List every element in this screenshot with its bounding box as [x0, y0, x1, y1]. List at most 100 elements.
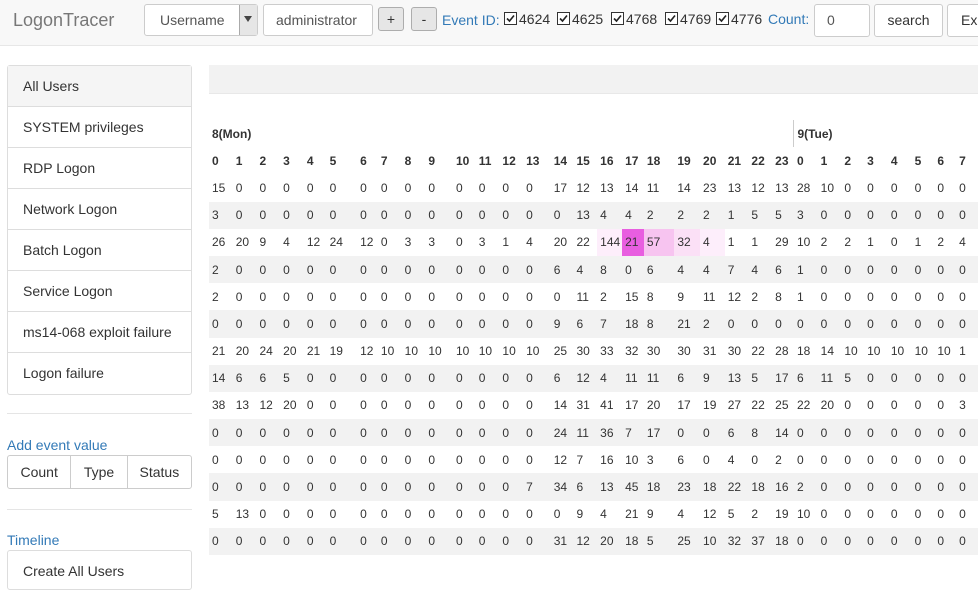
count-cell: 0	[452, 527, 476, 555]
count-cell: 0	[867, 180, 874, 195]
checkbox-checked-icon[interactable]	[557, 12, 570, 25]
count-cell: 0	[887, 473, 912, 501]
sidebar-item-batch-logon[interactable]: Batch Logon	[8, 230, 191, 271]
count-cell: 10	[820, 180, 835, 195]
count-cell: 0	[326, 255, 358, 284]
type-button[interactable]: Type	[71, 456, 128, 488]
count-cell: 0	[425, 201, 453, 229]
count-cell: 0	[329, 452, 337, 467]
count-cell: 11	[703, 289, 716, 304]
search-type-value: Username	[160, 12, 225, 28]
count-cell: 0	[478, 398, 486, 413]
search-type-select[interactable]: Username	[144, 4, 258, 36]
count-cell: 0	[425, 310, 453, 338]
count-cell: 0	[360, 507, 367, 522]
count-cell: 18	[748, 473, 773, 501]
create-all-users-item[interactable]: Create All Users	[8, 551, 191, 589]
count-cell: 0	[864, 201, 888, 229]
count-cell: 0	[235, 289, 243, 304]
count-cell: 0	[499, 419, 524, 447]
count-cell: 5	[748, 201, 773, 229]
count-cell: 0	[455, 507, 463, 522]
count-cell: 10	[502, 344, 516, 359]
count-cell: 0	[844, 398, 852, 413]
count-cell: 0	[937, 180, 944, 195]
sidebar-item-system-privileges[interactable]: SYSTEM privileges	[8, 107, 191, 148]
hour-header: 6	[360, 153, 367, 168]
count-cell: 15	[212, 180, 226, 195]
checkbox-checked-icon[interactable]	[504, 12, 517, 25]
remove-search-field-button[interactable]: -	[411, 7, 437, 31]
count-cell: 2	[209, 255, 233, 284]
count-cell: 0	[937, 507, 944, 522]
count-cell: 20	[597, 527, 623, 555]
count-cell: 4	[597, 201, 623, 229]
hour-header: 7	[380, 153, 388, 168]
count-cell: 1	[751, 235, 759, 250]
count-cell: 0	[914, 507, 922, 522]
sidebar-item-all-users[interactable]: All Users	[8, 66, 191, 107]
checkbox-checked-icon[interactable]	[716, 12, 729, 25]
count-cell: 1	[724, 201, 749, 229]
count-cell: 0	[526, 452, 533, 467]
app-brand[interactable]: LogonTracer	[13, 10, 114, 31]
sidebar-item-logon-failure[interactable]: Logon failure	[8, 353, 191, 394]
count-cell: 0	[864, 310, 888, 338]
count-cell: 0	[864, 255, 888, 284]
count-cell: 0	[820, 452, 828, 467]
checkbox-checked-icon[interactable]	[611, 12, 624, 25]
count-cell: 12	[703, 507, 717, 522]
count-cell: 21	[674, 310, 701, 338]
count-cell: 5	[212, 507, 219, 522]
add-search-field-button[interactable]: +	[378, 7, 404, 31]
sidebar-item-ms14-068[interactable]: ms14-068 exploit failure	[8, 312, 191, 353]
count-cell: 29	[775, 235, 789, 250]
count-cell: 0	[404, 452, 412, 467]
count-cell: 0	[329, 180, 337, 195]
count-cell: 0	[523, 255, 551, 284]
count-cell: 0	[502, 289, 510, 304]
count-cell: 0	[280, 527, 304, 555]
checkbox-checked-icon[interactable]	[665, 12, 678, 25]
count-cell: 0	[499, 527, 524, 555]
count-cell: 0	[911, 419, 935, 447]
count-cell: 22	[751, 398, 765, 413]
timeline-list: Create All Users	[7, 550, 192, 590]
count-cell: 0	[502, 180, 510, 195]
count-cell: 0	[425, 419, 453, 447]
count-cell: 0	[303, 201, 327, 229]
count-cell: 0	[934, 527, 957, 555]
count-cell: 5	[841, 364, 865, 392]
status-button[interactable]: Status	[128, 456, 191, 488]
count-cell: 0	[475, 473, 500, 501]
count-cell: 12	[573, 364, 598, 392]
count-cell: 0	[887, 419, 912, 447]
count-cell: 0	[959, 289, 966, 304]
search-button[interactable]: search	[874, 4, 943, 37]
hour-header: 9	[428, 153, 436, 168]
count-cell: 41	[600, 398, 614, 413]
count-cell: 0	[820, 507, 828, 522]
count-cell: 0	[914, 289, 922, 304]
count-cell: 2	[937, 235, 944, 250]
count-cell: 3	[478, 235, 486, 250]
count-cell: 14	[553, 398, 568, 413]
count-cell: 4	[526, 235, 533, 250]
count-cell: 0	[380, 180, 388, 195]
count-cell: 32	[674, 228, 701, 256]
count-cell: 14	[677, 180, 691, 195]
chevron-down-icon[interactable]	[239, 5, 257, 35]
count-cell: 0	[232, 255, 257, 284]
export-button[interactable]: Exp	[947, 4, 978, 37]
count-cell: 17	[772, 364, 794, 392]
search-input[interactable]: administrator	[263, 4, 373, 36]
sidebar-item-rdp-logon[interactable]: RDP Logon	[8, 148, 191, 189]
sidebar-item-service-logon[interactable]: Service Logon	[8, 271, 191, 312]
count-cell: 0	[232, 201, 257, 229]
count-cell: 10	[890, 344, 905, 359]
count-cell: 14	[625, 180, 639, 195]
sidebar-item-network-logon[interactable]: Network Logon	[8, 189, 191, 230]
count-input[interactable]: 0	[814, 4, 870, 37]
count-button[interactable]: Count	[8, 456, 72, 488]
count-cell: 0	[425, 527, 453, 555]
